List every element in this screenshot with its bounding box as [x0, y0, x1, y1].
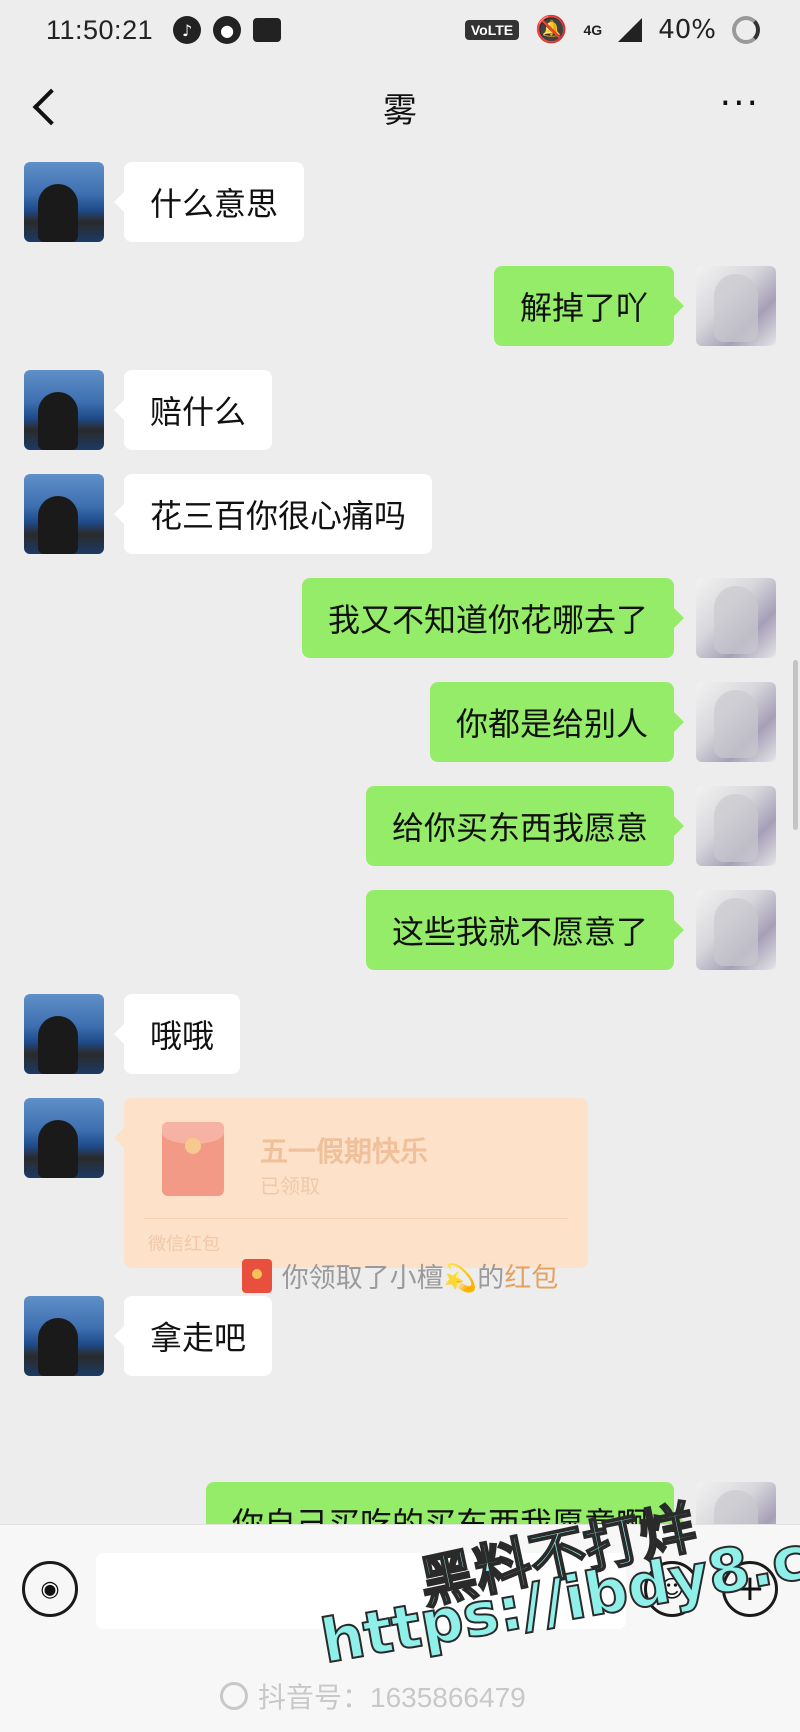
more-options-icon[interactable]: ··· — [720, 86, 760, 122]
message-bubble[interactable]: 我又不知道你花哪去了 — [301, 578, 685, 658]
message-row: 拿走吧 — [0, 1288, 800, 1376]
message-bubble[interactable]: 赔什么 — [113, 370, 273, 450]
red-packet-footer: 微信红包 — [148, 1234, 220, 1255]
my-avatar[interactable] — [696, 1482, 776, 1524]
message-row: 五一假期快乐 已领取 微信红包 — [0, 1090, 800, 1270]
message-bubble[interactable]: 这些我就不愿意了 — [365, 890, 685, 970]
red-packet-status: 已领取 — [260, 1174, 320, 1198]
message-icon — [253, 18, 282, 42]
voice-icon: ◉ — [40, 1576, 60, 1602]
status-bar: 11:50:21 ♪ ● VoLTE 🔕 4G 40% — [0, 0, 800, 60]
volte-badge: VoLTE — [464, 20, 520, 40]
message-bubble[interactable]: 你都是给别人 — [429, 682, 685, 762]
message-bubble[interactable]: 拿走吧 — [113, 1296, 273, 1376]
my-avatar[interactable] — [696, 786, 776, 866]
message-row: 花三百你很心痛吗 — [0, 466, 800, 554]
chat-title: 雾 — [383, 90, 417, 131]
message-row: 哦哦 — [0, 986, 800, 1074]
message-row: 我又不知道你花哪去了 — [0, 570, 800, 658]
message-bubble[interactable]: 解掉了吖 — [493, 266, 685, 346]
notification-icons: ♪ ● — [173, 16, 282, 44]
douyin-id-watermark: 抖音号：1635866479 — [220, 1676, 526, 1716]
red-packet-mini-icon — [241, 1258, 272, 1293]
message-list[interactable]: 什么意思 解掉了吖 赔什么 花三百你很心痛吗 我又不知道你花哪去了 你都是给别人… — [0, 154, 800, 1524]
scrollbar[interactable] — [793, 660, 798, 830]
message-bubble[interactable]: 花三百你很心痛吗 — [113, 474, 433, 554]
douyin-logo-icon — [220, 1682, 248, 1710]
red-packet-divider — [144, 1218, 568, 1219]
bottom-area: 抖音号：1635866479 — [0, 1654, 800, 1732]
message-row: 解掉了吖 — [0, 258, 800, 346]
chat-header: 雾 ··· — [0, 60, 800, 154]
system-notice: 你领取了小檀💫的 红包 — [0, 1256, 800, 1295]
status-right: VoLTE 🔕 4G 40% — [464, 15, 760, 45]
my-avatar[interactable] — [696, 266, 776, 346]
my-avatar[interactable] — [696, 578, 776, 658]
contact-avatar[interactable] — [24, 1296, 104, 1376]
my-avatar[interactable] — [696, 682, 776, 762]
network-label: 4G — [583, 22, 603, 38]
message-row: 赔什么 — [0, 362, 800, 450]
message-bubble[interactable]: 哦哦 — [113, 994, 241, 1074]
location-icon: ● — [213, 16, 242, 44]
message-row: 给你买东西我愿意 — [0, 778, 800, 866]
contact-avatar[interactable] — [24, 1098, 104, 1178]
red-packet-card[interactable]: 五一假期快乐 已领取 微信红包 — [114, 1098, 588, 1268]
signal-icon — [618, 18, 643, 42]
mute-icon: 🔕 — [535, 15, 568, 45]
system-notice-text: 你领取了小檀💫的 — [281, 1263, 505, 1294]
message-bubble[interactable]: 什么意思 — [113, 162, 305, 242]
tiktok-icon: ♪ — [173, 16, 202, 44]
message-bubble[interactable]: 给你买东西我愿意 — [365, 786, 685, 866]
contact-avatar[interactable] — [24, 370, 104, 450]
red-packet-icon — [162, 1122, 224, 1196]
douyin-id-text: 抖音号：1635866479 — [258, 1682, 526, 1713]
red-packet-title: 五一假期快乐 — [260, 1135, 429, 1168]
status-time: 11:50:21 — [46, 14, 154, 45]
message-row: 什么意思 — [0, 154, 800, 242]
red-packet-link[interactable]: 红包 — [504, 1256, 558, 1295]
battery-level: 40% — [658, 15, 716, 45]
contact-avatar[interactable] — [24, 162, 104, 242]
back-button[interactable] — [26, 82, 76, 132]
my-avatar[interactable] — [696, 890, 776, 970]
message-row: 你都是给别人 — [0, 674, 800, 762]
contact-avatar[interactable] — [24, 474, 104, 554]
voice-input-button[interactable]: ◉ — [22, 1561, 78, 1617]
contact-avatar[interactable] — [24, 994, 104, 1074]
message-row: 这些我就不愿意了 — [0, 882, 800, 970]
battery-icon — [732, 16, 760, 44]
